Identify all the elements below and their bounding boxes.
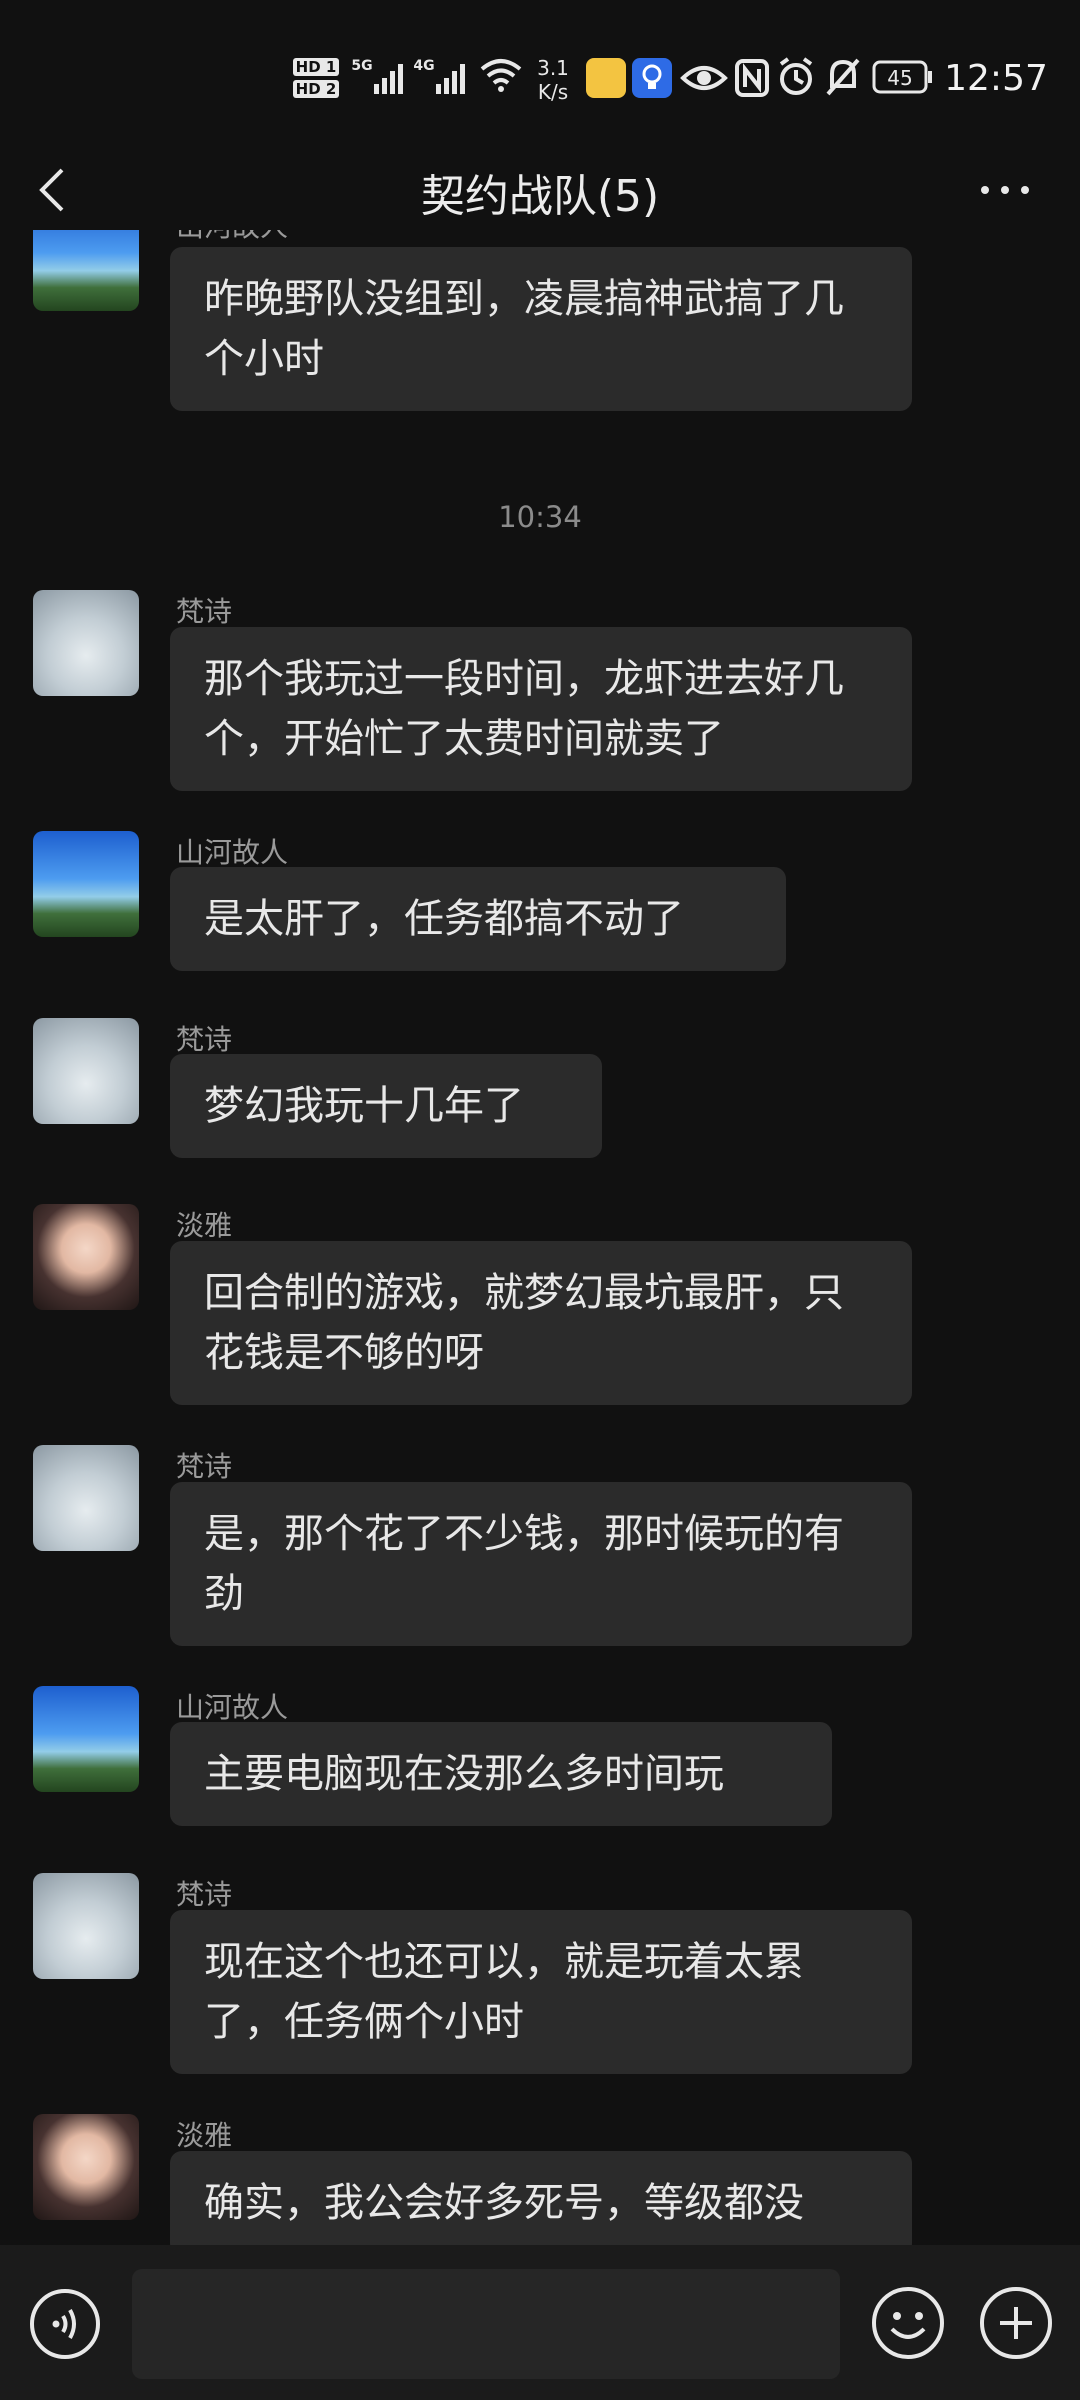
sim-status-icon: HD 1 HD 2 [290,48,342,108]
chat-title: 契约战队(5) [420,171,660,222]
nfc-icon [734,58,770,98]
avatar[interactable] [33,590,139,696]
message-bubble[interactable]: 现在这个也还可以，就是玩着太累了，任务俩个小时 [170,1910,912,2074]
avatar[interactable] [33,1445,139,1551]
voice-button[interactable] [28,2287,102,2361]
sender-name: 梵诗 [176,1878,233,1911]
avatar[interactable] [33,1204,139,1310]
speed-value: 3.1 [537,56,569,80]
network-5g-label: 5G [351,58,373,74]
sender-name: 梵诗 [176,1023,233,1056]
sender-name: 梵诗 [176,1450,233,1483]
message-bubble[interactable]: 梦幻我玩十几年了 [170,1054,602,1158]
lightbulb-app-icon [632,58,672,98]
input-bar [0,2245,1080,2400]
message-input[interactable] [132,2269,840,2379]
message-list[interactable]: 山河故人 昨晚野队没组到，凌晨搞神武搞了几个小时 10:34 梵诗 那个我玩过一… [0,230,1080,2245]
notification-muted-icon [824,56,862,98]
message-bubble[interactable]: 是太肝了，任务都搞不动了 [170,867,786,971]
more-dots-icon [981,186,1029,194]
battery-level: 45 [887,66,912,90]
sender-name: 山河故人 [176,1691,289,1724]
notification-app-icon [586,58,626,98]
chat-header: 契约战队(5) [0,150,1080,230]
voice-icon [30,2289,100,2359]
battery-icon: 45 [872,60,934,94]
network-4g-label: 4G [413,58,435,74]
emoji-icon [872,2287,944,2359]
avatar[interactable] [33,230,139,311]
avatar[interactable] [33,831,139,937]
avatar[interactable] [33,1686,139,1792]
status-time: 12:57 [944,57,1048,99]
status-bar: HD 1 HD 2 5G 4G 3.1 K/s 45 12:57 [0,0,1080,150]
message-time: 10:34 [498,500,582,534]
wifi-icon [478,55,524,95]
emoji-button[interactable] [870,2285,946,2361]
sender-name: 淡雅 [176,2119,233,2152]
message-bubble[interactable]: 主要电脑现在没那么多时间玩 [170,1722,832,1826]
sim2-label: HD 2 [292,80,340,98]
network-speed: 3.1 K/s [530,52,576,108]
more-button[interactable] [975,170,1035,210]
alarm-icon [776,56,816,98]
avatar[interactable] [33,1018,139,1124]
sender-name: 淡雅 [176,1209,233,1242]
sender-name: 梵诗 [176,595,233,628]
speed-unit: K/s [537,80,569,104]
avatar[interactable] [33,1873,139,1979]
signal-bars-icon [434,56,472,96]
message-bubble[interactable]: 确实，我公会好多死号，等级都没 [170,2151,912,2245]
avatar[interactable] [33,2114,139,2220]
message-bubble[interactable]: 是，那个花了不少钱，那时候玩的有劲 [170,1482,912,1646]
sender-name: 山河故人 [176,836,289,869]
message-bubble[interactable]: 昨晚野队没组到，凌晨搞神武搞了几个小时 [170,247,912,411]
signal-bars-icon [372,56,410,96]
plus-icon [980,2287,1052,2359]
plus-button[interactable] [978,2285,1054,2361]
eye-icon [680,58,728,98]
sim1-label: HD 1 [292,58,340,76]
message-bubble[interactable]: 那个我玩过一段时间，龙虾进去好几个，开始忙了太费时间就卖了 [170,627,912,791]
message-bubble[interactable]: 回合制的游戏，就梦幻最坑最肝，只花钱是不够的呀 [170,1241,912,1405]
sender-name: 山河故人 [176,230,288,245]
